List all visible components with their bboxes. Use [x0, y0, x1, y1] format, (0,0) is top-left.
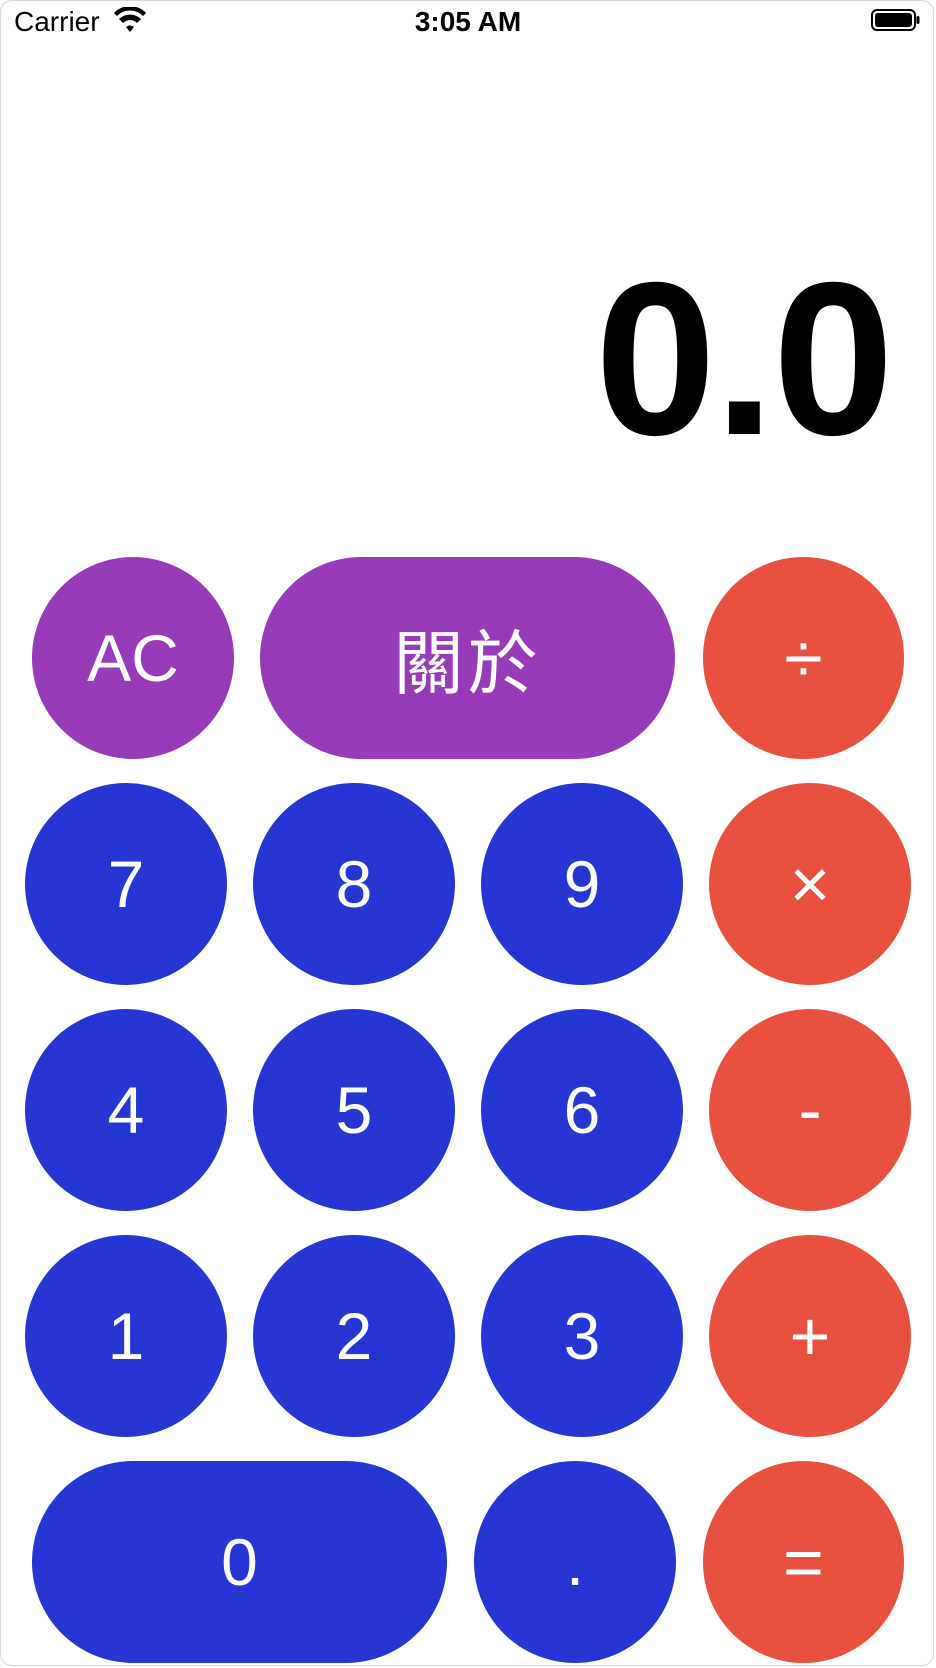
digit-7-button[interactable]: 7	[25, 783, 227, 985]
status-bar: Carrier 3:05 AM	[0, 0, 936, 48]
digit-5-button[interactable]: 5	[253, 1009, 455, 1211]
multiply-button[interactable]: ×	[709, 783, 911, 985]
digit-6-button[interactable]: 6	[481, 1009, 683, 1211]
digit-3-button[interactable]: 3	[481, 1235, 683, 1437]
battery-icon	[871, 9, 920, 31]
all-clear-button[interactable]: AC	[32, 557, 234, 759]
digit-8-button[interactable]: 8	[253, 783, 455, 985]
status-time: 3:05 AM	[414, 6, 522, 37]
minus-button[interactable]: -	[709, 1009, 911, 1211]
digit-2-button[interactable]: 2	[253, 1235, 455, 1437]
equals-button[interactable]: =	[703, 1461, 904, 1663]
digit-0-button[interactable]: 0	[32, 1461, 447, 1663]
divide-button[interactable]: ÷	[703, 557, 904, 759]
decimal-point-button[interactable]: .	[474, 1461, 676, 1663]
about-button[interactable]: 關於	[260, 557, 675, 759]
plus-button[interactable]: +	[709, 1235, 911, 1437]
calculator-display: 0.0	[594, 238, 894, 481]
digit-1-button[interactable]: 1	[25, 1235, 227, 1437]
digit-4-button[interactable]: 4	[25, 1009, 227, 1211]
digit-9-button[interactable]: 9	[481, 783, 683, 985]
